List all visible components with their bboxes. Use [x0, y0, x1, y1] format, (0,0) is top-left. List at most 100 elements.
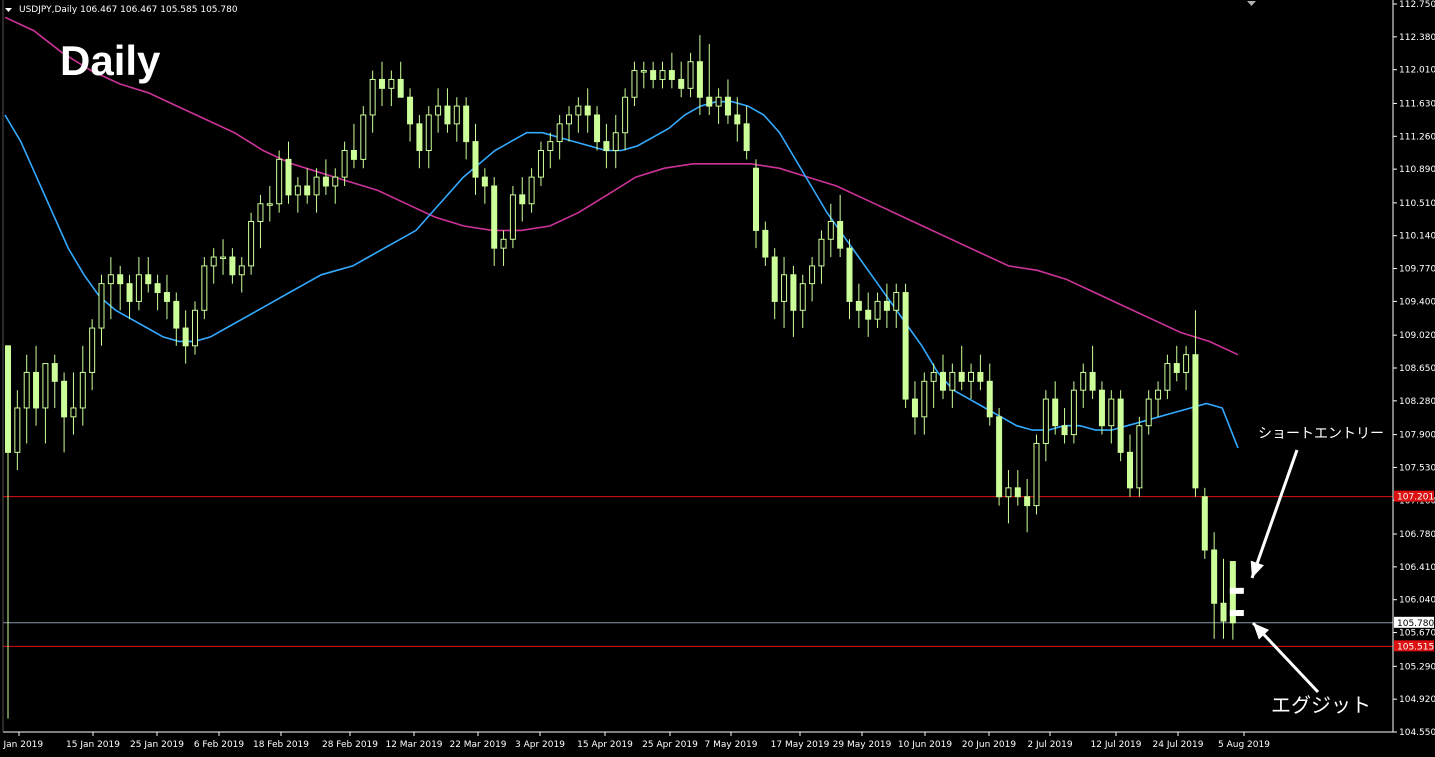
candle-body [556, 123, 563, 143]
candle-body [827, 221, 834, 240]
candle-body [360, 114, 367, 160]
candle-body [388, 78, 395, 89]
candle-body [977, 371, 984, 382]
candle-body [622, 96, 629, 134]
candle-body [126, 283, 133, 302]
candle-body [491, 185, 498, 249]
candle-body [453, 105, 460, 125]
candle-body [379, 78, 385, 89]
candle-body [472, 141, 479, 178]
y-tick-label: 111.630 [1399, 99, 1435, 109]
x-tick-label: 18 Feb 2019 [253, 740, 309, 750]
candle-body [1052, 398, 1059, 427]
candle-body [1070, 389, 1077, 436]
candle-body [818, 238, 825, 267]
candle-body [238, 265, 245, 276]
y-tick-label: 112.010 [1399, 66, 1435, 76]
candle-body [921, 380, 928, 418]
candle-body [771, 256, 778, 302]
candle-body [930, 371, 937, 382]
y-tick-label: 106.040 [1399, 596, 1435, 606]
chart-background [0, 0, 1435, 757]
candle-body [294, 185, 301, 196]
candle-body [201, 265, 208, 311]
candle-body [1080, 371, 1087, 391]
x-tick-label: 17 May 2019 [771, 740, 830, 750]
candle-body [23, 371, 30, 409]
price-chart[interactable]: 112.750 112.380 112.010 111.630 111.260 110.8… [0, 0, 1435, 757]
current-price-tag: 105.780 [1397, 619, 1434, 629]
candle-body [1173, 363, 1180, 373]
candle-body [313, 176, 320, 196]
x-tick-label: 20 Jun 2019 [962, 740, 1016, 750]
x-tick-label: 10 Jun 2019 [898, 740, 952, 750]
y-tick-label: 112.750 [1399, 0, 1435, 10]
candle-body [715, 96, 722, 107]
candle-body [986, 380, 993, 418]
candle-body [33, 371, 40, 409]
candle-body [940, 371, 946, 391]
candle-body [753, 167, 759, 231]
candle-body [276, 158, 283, 205]
candle-body [285, 158, 292, 196]
candle-body [734, 114, 741, 125]
y-tick-label: 109.770 [1399, 265, 1435, 275]
y-tick-label: 104.920 [1399, 695, 1435, 705]
candle-body [397, 78, 404, 98]
upper-line-price-tag: 107.201 [1397, 493, 1434, 503]
candle-body [837, 221, 844, 249]
short-entry-label: ショートエントリー [1258, 426, 1384, 442]
candle-body [1089, 371, 1096, 391]
y-tick-label: 108.650 [1399, 364, 1435, 374]
candle-body [481, 176, 488, 187]
timeframe-title: Daily [60, 37, 161, 84]
candle-body [341, 149, 348, 178]
candle-body [14, 407, 21, 453]
candle-body [650, 70, 657, 80]
x-tick-label: 25 Apr 2019 [642, 740, 698, 750]
x-tick-label: 3 Apr 2019 [515, 740, 565, 750]
x-tick-label: 15 Apr 2019 [577, 740, 633, 750]
candle-body [874, 300, 881, 320]
candle-body [1220, 602, 1227, 622]
candle-body [996, 416, 1003, 498]
candle-body [799, 283, 806, 311]
candle-body [865, 309, 872, 320]
candle-body [968, 371, 975, 382]
candle-body [163, 292, 170, 302]
lower-line-price-tag: 105.515 [1397, 642, 1434, 652]
candle-body [575, 105, 582, 116]
exit-label: エグジット [1271, 693, 1371, 717]
candle-body [1014, 487, 1021, 498]
x-tick-label: 25 Jan 2019 [130, 740, 184, 750]
candle-body [332, 176, 339, 187]
candle-body [1117, 398, 1124, 453]
entry-marker [1229, 587, 1244, 594]
candle-body [519, 194, 526, 205]
candle-body [696, 61, 703, 98]
candle-body [958, 371, 965, 382]
candle-body [1201, 496, 1208, 551]
x-tick-label: 15 Jan 2019 [66, 740, 120, 750]
candle-body [70, 407, 77, 418]
candle-body [1024, 496, 1031, 507]
y-tick-label: 109.020 [1399, 331, 1435, 341]
candle-body [435, 105, 442, 116]
candle-body [640, 70, 647, 73]
y-tick-label: 106.780 [1399, 530, 1435, 540]
y-tick-label: 111.260 [1399, 132, 1435, 142]
y-tick-label: 110.510 [1399, 199, 1435, 209]
y-tick-label: 110.890 [1399, 165, 1435, 175]
candle-body [220, 256, 227, 260]
y-tick-label: 107.530 [1399, 463, 1435, 473]
candle-body [781, 274, 788, 302]
candle-body [1127, 451, 1133, 489]
candle-body [809, 265, 816, 285]
candle-body [902, 292, 909, 400]
candle-body [687, 61, 694, 89]
candle-body [154, 283, 161, 294]
candle-body [911, 398, 918, 418]
candle-body [89, 327, 96, 373]
candle-body [192, 309, 198, 347]
candle-body [762, 229, 769, 258]
